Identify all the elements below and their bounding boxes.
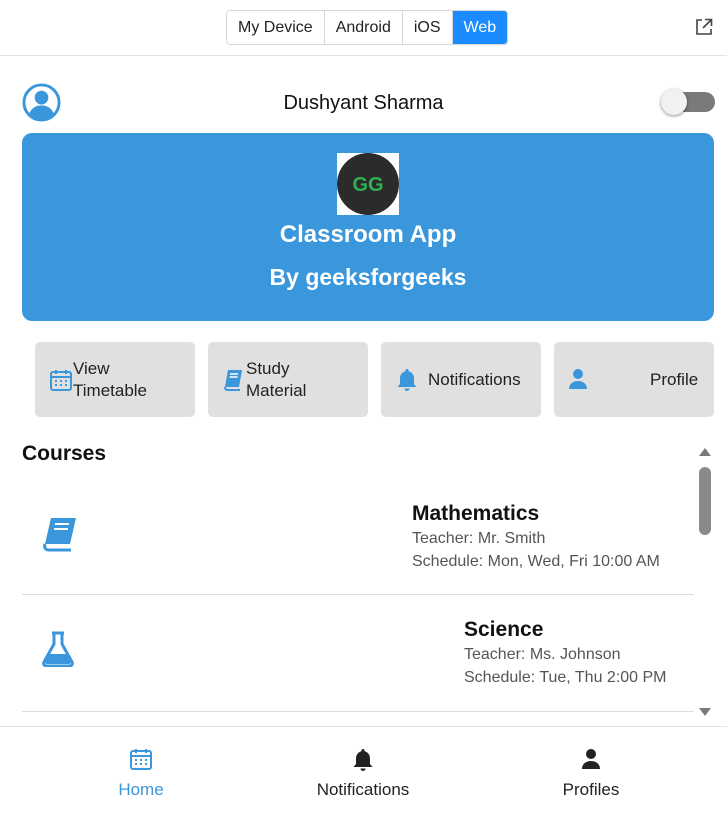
tab-notifications-label: Notifications [316, 780, 410, 799]
tab-profiles-label: Profiles [562, 780, 620, 799]
study-material-line2: Material [246, 381, 307, 400]
tab-notifications[interactable]: Notifications [283, 747, 443, 800]
view-timetable-line1: View [73, 359, 110, 378]
course-schedule: Schedule: Mon, Wed, Fri 10:00 AM [412, 553, 660, 570]
course-teacher: Teacher: Ms. Johnson [464, 646, 621, 663]
course-row-science[interactable]: Science Teacher: Ms. Johnson Schedule: T… [22, 595, 694, 712]
book-icon [224, 370, 242, 391]
toggle-knob [661, 89, 687, 115]
view-timetable-line2: Timetable [73, 381, 148, 400]
notifications-button[interactable]: Notifications [381, 342, 541, 417]
study-material-line1: Study [246, 359, 290, 378]
platform-tab-web[interactable]: Web [452, 11, 508, 44]
course-schedule: Schedule: Tue, Thu 2:00 PM [464, 669, 667, 686]
course-name: Science [464, 618, 544, 641]
calendar-icon [130, 749, 152, 770]
profile-button[interactable]: Profile [554, 342, 714, 417]
study-material-button[interactable]: Study Material [208, 342, 368, 417]
platform-tab-ios[interactable]: iOS [402, 11, 453, 44]
profile-label: Profile [650, 370, 699, 389]
platform-bar: My Device Android iOS Web [0, 0, 727, 56]
scroll-down-arrow-icon[interactable] [698, 707, 712, 717]
bell-icon [353, 749, 373, 771]
course-teacher: Teacher: Mr. Smith [412, 530, 546, 547]
book-icon [43, 518, 76, 552]
scroll-up-arrow-icon[interactable] [698, 447, 712, 457]
calendar-icon [50, 370, 72, 391]
bottom-nav: Home Notifications Profiles [0, 726, 727, 824]
course-name: Mathematics [412, 502, 540, 525]
courses-heading: Courses [22, 442, 107, 465]
scrollbar-thumb[interactable] [699, 467, 711, 535]
bell-icon [397, 369, 417, 391]
geeksforgeeks-logo: GG [337, 153, 399, 215]
view-timetable-button[interactable]: View Timetable [35, 342, 195, 417]
banner-subtitle: By geeksforgeeks [269, 264, 467, 290]
platform-tab-android[interactable]: Android [324, 11, 403, 44]
tab-home-label: Home [118, 780, 164, 799]
external-link-icon[interactable] [695, 18, 713, 36]
user-name: Dushyant Sharma [283, 92, 444, 114]
tab-home[interactable]: Home [61, 747, 221, 800]
platform-tab-my-device[interactable]: My Device [227, 11, 325, 44]
app-banner: GG Classroom App By geeksforgeeks [22, 133, 714, 321]
banner-title: Classroom App [279, 221, 457, 248]
logo-text: GG [352, 174, 383, 196]
notifications-label: Notifications [428, 370, 521, 389]
tab-profiles[interactable]: Profiles [511, 747, 671, 800]
platform-switcher: My Device Android iOS Web [226, 10, 509, 45]
course-row-mathematics[interactable]: Mathematics Teacher: Mr. Smith Schedule:… [22, 480, 694, 595]
user-icon [582, 749, 600, 769]
user-icon [569, 369, 587, 389]
theme-toggle[interactable] [661, 89, 715, 115]
flask-icon [42, 631, 74, 667]
